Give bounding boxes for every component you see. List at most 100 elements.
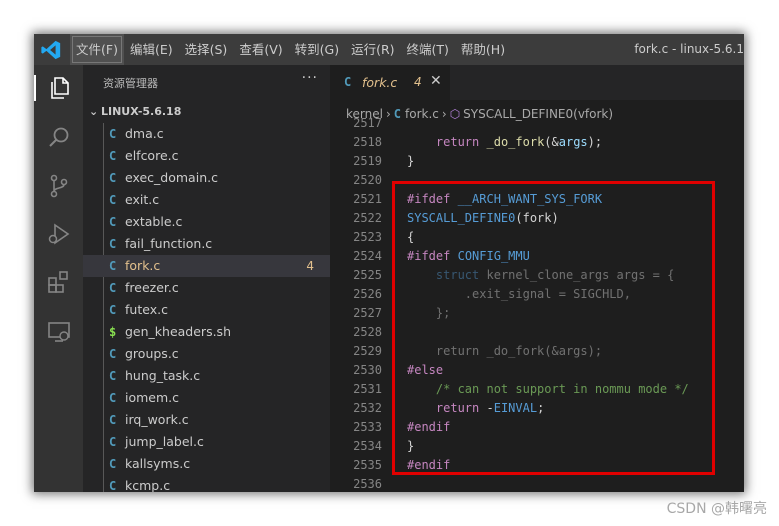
menu-help[interactable]: 帮助(H) xyxy=(455,34,511,65)
tab-label: fork.c xyxy=(362,75,398,90)
file-item-extable[interactable]: Cextable.c xyxy=(83,211,330,233)
c-file-icon: C xyxy=(109,237,117,251)
c-file-icon: C xyxy=(109,303,117,317)
line-number: 2528 xyxy=(353,325,382,339)
activity-bar xyxy=(34,65,83,492)
menu-terminal[interactable]: 终端(T) xyxy=(401,34,455,65)
tab-fork-c[interactable]: C fork.c 4 ✕ xyxy=(330,65,450,100)
file-name: exit.c xyxy=(125,192,160,207)
folder-section-header[interactable]: ⌄ LINUX-5.6.18 xyxy=(89,105,181,118)
window-title: fork.c - linux-5.6.1 xyxy=(634,42,744,56)
file-name: dma.c xyxy=(125,126,164,141)
c-file-icon: C xyxy=(109,171,117,185)
line-number: 2521 xyxy=(353,192,382,206)
file-name: gen_kheaders.sh xyxy=(125,324,231,339)
c-file-icon: C xyxy=(109,435,117,449)
file-name: futex.c xyxy=(125,302,168,317)
file-item-gen-kheaders[interactable]: $ gen_kheaders.sh xyxy=(83,321,330,343)
run-debug-icon[interactable] xyxy=(46,221,72,247)
line-number: 2520 xyxy=(353,173,382,187)
file-tree: Cdma.c Celfcore.c Cexec_domain.c Cexit.c… xyxy=(83,123,330,492)
menu-selection[interactable]: 选择(S) xyxy=(179,34,234,65)
chevron-right-icon: › xyxy=(385,107,391,121)
file-item-groups[interactable]: Cgroups.c xyxy=(83,343,330,365)
menu-go[interactable]: 转到(G) xyxy=(289,34,345,65)
code-line[interactable]: 2518 return _do_fork(&args); xyxy=(330,133,744,152)
close-icon[interactable]: ✕ xyxy=(430,73,442,89)
file-name: freezer.c xyxy=(125,280,179,295)
line-number: 2525 xyxy=(353,268,382,282)
file-item-iomem[interactable]: Ciomem.c xyxy=(83,387,330,409)
chevron-down-icon: ⌄ xyxy=(89,105,99,118)
file-name: iomem.c xyxy=(125,390,180,405)
file-name: fork.c xyxy=(125,258,161,273)
extensions-icon[interactable] xyxy=(46,269,72,295)
c-file-icon: C xyxy=(344,75,352,89)
explorer-icon[interactable] xyxy=(34,75,74,101)
file-item-irq-work[interactable]: Cirq_work.c xyxy=(83,409,330,431)
code-line[interactable]: 2519} xyxy=(330,152,744,171)
file-item-exit[interactable]: Cexit.c xyxy=(83,189,330,211)
line-number: 2530 xyxy=(353,363,382,377)
file-item-hung-task[interactable]: Chung_task.c xyxy=(83,365,330,387)
file-name: kcmp.c xyxy=(125,478,171,492)
file-item-kcmp[interactable]: Ckcmp.c xyxy=(83,475,330,492)
menu-bar: 文件(F) 编辑(E) 选择(S) 查看(V) 转到(G) 运行(R) 终端(T… xyxy=(70,34,511,65)
code-line[interactable]: 2536 xyxy=(330,475,744,492)
tab-bar: C fork.c 4 ✕ xyxy=(330,65,744,100)
breadcrumb-file[interactable]: fork.c xyxy=(405,107,439,121)
c-file-icon: C xyxy=(109,391,117,405)
file-item-dma[interactable]: Cdma.c xyxy=(83,123,330,145)
file-name: extable.c xyxy=(125,214,183,229)
c-file-icon: C xyxy=(109,193,117,207)
c-file-icon: C xyxy=(109,369,117,383)
line-source: return _do_fork(&args); xyxy=(435,135,603,149)
file-name: jump_label.c xyxy=(125,434,204,449)
breadcrumb-symbol[interactable]: SYSCALL_DEFINE0(vfork) xyxy=(463,107,613,121)
file-name: groups.c xyxy=(125,346,179,361)
source-control-icon[interactable] xyxy=(46,173,72,199)
line-number: 2524 xyxy=(353,249,382,263)
c-file-icon: C xyxy=(109,127,117,141)
title-bar: 文件(F) 编辑(E) 选择(S) 查看(V) 转到(G) 运行(R) 终端(T… xyxy=(34,34,744,65)
file-name: elfcore.c xyxy=(125,148,179,163)
search-icon[interactable] xyxy=(46,125,72,151)
file-item-freezer[interactable]: Cfreezer.c xyxy=(83,277,330,299)
file-item-fail-function[interactable]: Cfail_function.c xyxy=(83,233,330,255)
breadcrumb: kernel › Cfork.c › ⬡ SYSCALL_DEFINE0(vfork) xyxy=(346,103,613,125)
symbol-method-icon: ⬡ xyxy=(449,107,461,121)
c-file-icon: C xyxy=(109,347,117,361)
file-item-jump-label[interactable]: Cjump_label.c xyxy=(83,431,330,453)
file-item-kallsyms[interactable]: Ckallsyms.c xyxy=(83,453,330,475)
file-item-futex[interactable]: Cfutex.c xyxy=(83,299,330,321)
file-name: hung_task.c xyxy=(125,368,201,383)
file-name: fail_function.c xyxy=(125,236,213,251)
line-number: 2526 xyxy=(353,287,382,301)
c-file-icon: C xyxy=(109,149,117,163)
c-file-icon: C xyxy=(109,215,117,229)
c-file-icon: C xyxy=(393,107,401,121)
menu-file[interactable]: 文件(F) xyxy=(70,34,124,65)
remote-explorer-icon[interactable] xyxy=(46,319,72,345)
c-file-icon: C xyxy=(109,413,117,427)
highlight-box xyxy=(392,181,715,475)
more-actions-icon[interactable]: ··· xyxy=(302,70,318,86)
folder-name: LINUX-5.6.18 xyxy=(101,105,182,118)
line-number: 2519 xyxy=(353,154,382,168)
explorer-header: 资源管理器 xyxy=(103,77,158,90)
file-item-exec-domain[interactable]: Cexec_domain.c xyxy=(83,167,330,189)
line-number: 2533 xyxy=(353,420,382,434)
problems-badge: 4 xyxy=(306,259,314,273)
menu-view[interactable]: 查看(V) xyxy=(233,34,288,65)
file-name: exec_domain.c xyxy=(125,170,218,185)
line-number: 2534 xyxy=(353,439,382,453)
c-file-icon: C xyxy=(109,457,117,471)
file-item-fork[interactable]: Cfork.c 4 xyxy=(83,255,330,277)
tab-problems-badge: 4 xyxy=(414,75,422,89)
menu-edit[interactable]: 编辑(E) xyxy=(124,34,179,65)
file-name: irq_work.c xyxy=(125,412,189,427)
file-item-elfcore[interactable]: Celfcore.c xyxy=(83,145,330,167)
menu-run[interactable]: 运行(R) xyxy=(345,34,400,65)
line-number: 2527 xyxy=(353,306,382,320)
line-number: 2517 xyxy=(353,116,382,130)
